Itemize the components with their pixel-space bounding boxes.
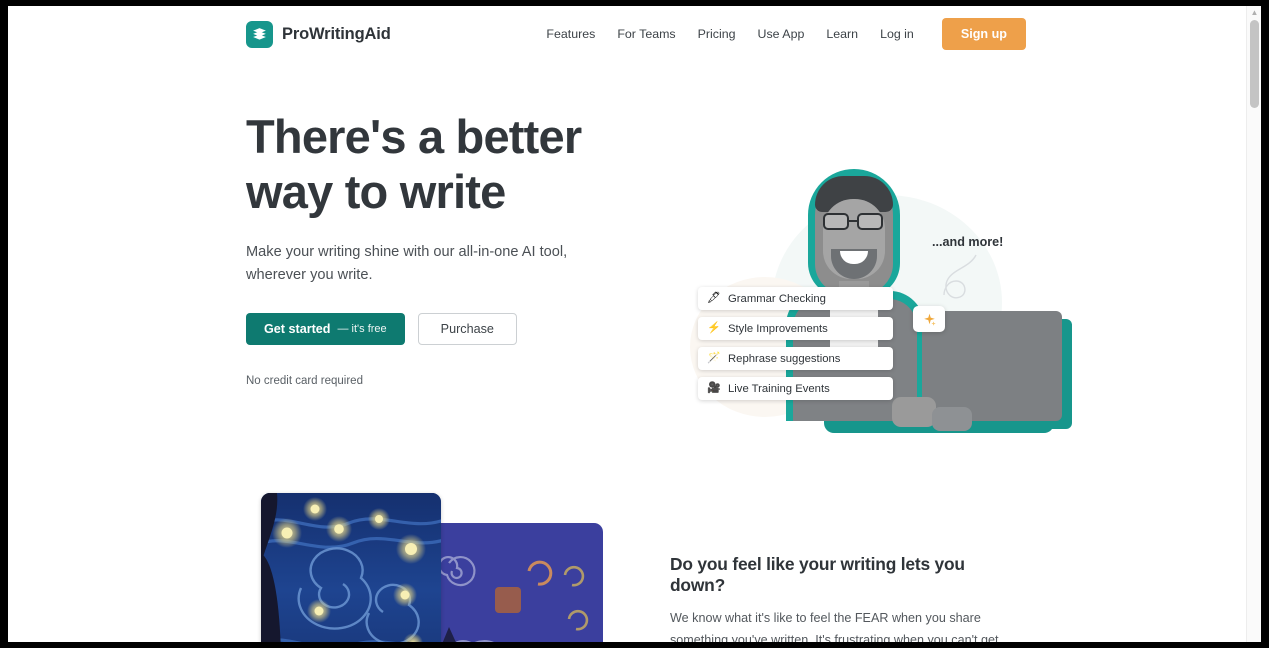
hero-title: There's a better way to write <box>246 110 582 219</box>
movie-camera-icon: 🎥 <box>707 382 721 394</box>
glasses-icon <box>821 213 887 230</box>
feature-chip-rephrase-suggestions: 🪄 Rephrase suggestions <box>698 347 893 370</box>
get-started-button[interactable]: Get started — it's free <box>246 313 405 346</box>
header-inner: ProWritingAid Features For Teams Pricing… <box>246 6 1026 62</box>
nav-link-pricing[interactable]: Pricing <box>687 21 747 47</box>
sparkles-icon <box>913 306 945 332</box>
nav-link-log-in[interactable]: Log in <box>869 21 925 47</box>
purchase-button[interactable]: Purchase <box>417 313 517 346</box>
feature-chip-label: Style Improvements <box>728 322 828 335</box>
book-stack-icon <box>246 20 273 48</box>
feature-chip-label: Rephrase suggestions <box>728 352 841 365</box>
hero-subtitle: Make your writing shine with our all-in-… <box>246 243 568 283</box>
hero-copy: There's a better way to write Make your … <box>246 109 646 387</box>
scroll-up-arrow-icon[interactable]: ▲ <box>1250 8 1259 17</box>
section2-copy: Do you feel like your writing lets you d… <box>670 554 1020 642</box>
nav-link-features[interactable]: Features <box>535 21 606 47</box>
section2-illustration: My idea in my head <box>253 493 603 642</box>
hand-shape-2 <box>932 407 972 431</box>
brand-name: ProWritingAid <box>282 24 391 43</box>
brand-logo[interactable]: ProWritingAid <box>246 20 391 48</box>
magic-wand-icon: 🪄 <box>707 352 721 364</box>
nav-link-learn[interactable]: Learn <box>815 21 869 47</box>
feature-chip-label: Live Training Events <box>728 382 830 395</box>
hero-illustration: 🖋 Grammar Checking ⚡ Style Improvements … <box>668 157 1072 452</box>
scrollbar-thumb[interactable] <box>1250 20 1259 108</box>
feature-chip-list: 🖋 Grammar Checking ⚡ Style Improvements … <box>698 287 893 400</box>
feather-pen-icon: 🖋 <box>707 292 721 304</box>
feature-chip-label: Grammar Checking <box>728 292 826 305</box>
no-credit-card-note: No credit card required <box>246 375 363 388</box>
writing-lets-you-down-section: My idea in my head Do you feel like your… <box>8 492 1261 642</box>
nav-link-use-app[interactable]: Use App <box>747 21 816 47</box>
hand-shape <box>892 397 936 427</box>
page-content: ProWritingAid Features For Teams Pricing… <box>8 6 1261 642</box>
get-started-free-suffix: — it's free <box>337 323 387 336</box>
nav-link-for-teams[interactable]: For Teams <box>606 21 686 47</box>
curly-arrow-icon <box>943 254 977 299</box>
hero-section: There's a better way to write Make your … <box>8 62 1261 492</box>
sign-up-button[interactable]: Sign up <box>941 18 1026 50</box>
feature-chip-style-improvements: ⚡ Style Improvements <box>698 317 893 340</box>
section2-body: We know what it's like to feel the FEAR … <box>670 611 999 642</box>
feature-chip-live-training-events: 🎥 Live Training Events <box>698 377 893 400</box>
browser-frame: ProWritingAid Features For Teams Pricing… <box>8 6 1261 642</box>
page-viewport: ProWritingAid Features For Teams Pricing… <box>8 6 1261 642</box>
blue-scribble-card <box>431 523 603 642</box>
section2-title: Do you feel like your writing lets you d… <box>670 554 965 595</box>
get-started-label: Get started <box>264 322 331 337</box>
main-nav: Features For Teams Pricing Use App Learn… <box>535 18 1026 50</box>
and-more-annotation: ...and more! <box>932 235 1004 249</box>
hero-cta-group: Get started — it's free Purchase <box>246 313 646 346</box>
vertical-scrollbar[interactable]: ▲ <box>1246 6 1261 642</box>
lightning-bolt-icon: ⚡ <box>707 322 721 334</box>
site-header: ProWritingAid Features For Teams Pricing… <box>8 6 1261 62</box>
starry-night-painting: My idea in my head <box>261 493 441 642</box>
feature-chip-grammar-checking: 🖋 Grammar Checking <box>698 287 893 310</box>
